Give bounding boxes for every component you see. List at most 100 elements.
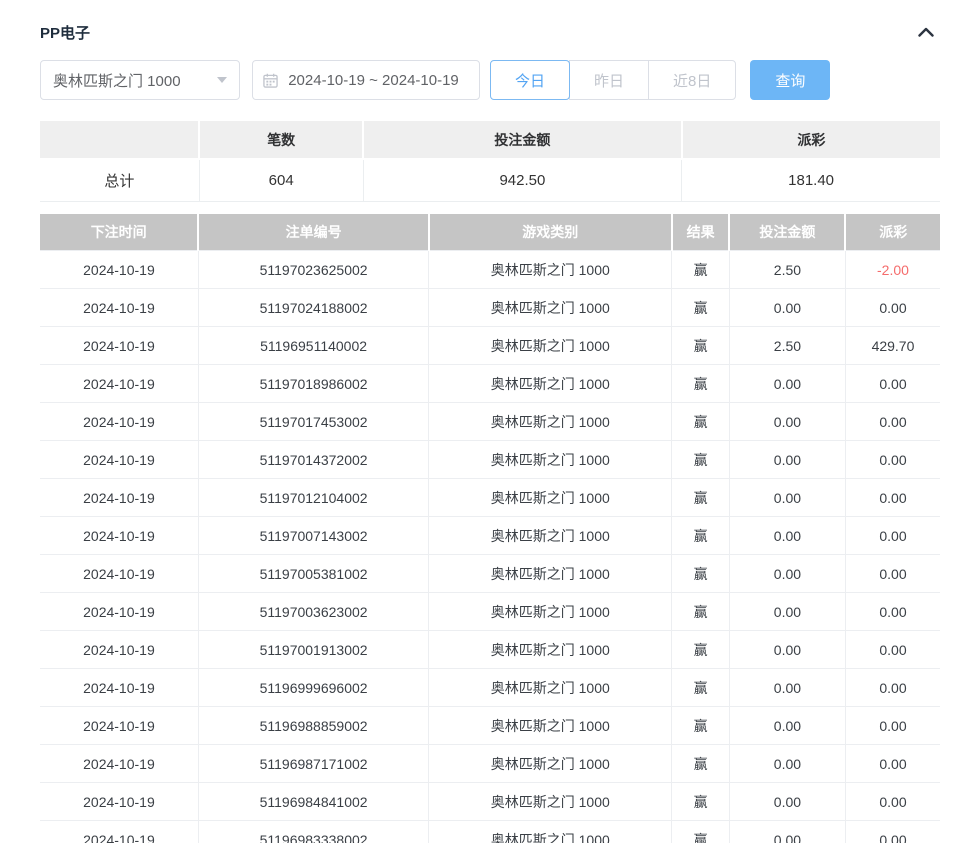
summary-column-header	[40, 121, 199, 159]
bet-amount-cell: 0.00	[729, 403, 845, 441]
summary-value: 604	[199, 159, 363, 201]
detail-column-header: 下注时间	[40, 214, 198, 251]
summary-column-header: 笔数	[199, 121, 363, 159]
table-row: 2024-10-1951197001913002奥林匹斯之门 1000赢0.00…	[40, 631, 940, 669]
bet-amount-cell: 2.50	[729, 327, 845, 365]
game-category-cell: 奥林匹斯之门 1000	[429, 745, 672, 783]
detail-header-row: 下注时间注单编号游戏类别结果投注金额派彩	[40, 214, 940, 251]
today-button[interactable]: 今日	[490, 60, 570, 100]
detail-column-header: 结果	[672, 214, 730, 251]
bet-time-cell: 2024-10-19	[40, 631, 198, 669]
page-title: PP电子	[40, 22, 90, 43]
game-category-cell: 奥林匹斯之门 1000	[429, 479, 672, 517]
game-category-cell: 奥林匹斯之门 1000	[429, 821, 672, 843]
last-8-days-button[interactable]: 近8日	[648, 60, 736, 100]
game-select[interactable]: 奥林匹斯之门 1000	[40, 60, 240, 100]
summary-column-header: 派彩	[682, 121, 940, 159]
detail-column-header: 派彩	[845, 214, 940, 251]
result-cell: 赢	[672, 479, 730, 517]
payout-cell: 0.00	[845, 441, 940, 479]
game-category-cell: 奥林匹斯之门 1000	[429, 289, 672, 327]
payout-cell: 0.00	[845, 631, 940, 669]
bet-id-cell: 51196984841002	[198, 783, 428, 821]
payout-cell: 0.00	[845, 479, 940, 517]
bet-id-cell: 51196999696002	[198, 669, 428, 707]
bet-amount-cell: 0.00	[729, 593, 845, 631]
payout-cell: -2.00	[845, 251, 940, 289]
payout-cell: 0.00	[845, 517, 940, 555]
bet-time-cell: 2024-10-19	[40, 251, 198, 289]
table-row: 2024-10-1951196988859002奥林匹斯之门 1000赢0.00…	[40, 707, 940, 745]
summary-table: 笔数投注金额派彩 总计604942.50181.40	[40, 121, 940, 202]
panel-header: PP电子	[40, 22, 940, 42]
result-cell: 赢	[672, 441, 730, 479]
bet-time-cell: 2024-10-19	[40, 289, 198, 327]
bet-time-cell: 2024-10-19	[40, 821, 198, 843]
bet-id-cell: 51197012104002	[198, 479, 428, 517]
game-category-cell: 奥林匹斯之门 1000	[429, 669, 672, 707]
bet-id-cell: 51196951140002	[198, 327, 428, 365]
result-cell: 赢	[672, 555, 730, 593]
table-row: 2024-10-1951197024188002奥林匹斯之门 1000赢0.00…	[40, 289, 940, 327]
bet-time-cell: 2024-10-19	[40, 327, 198, 365]
bet-id-cell: 51197014372002	[198, 441, 428, 479]
bet-id-cell: 51196988859002	[198, 707, 428, 745]
result-cell: 赢	[672, 593, 730, 631]
table-row: 2024-10-1951197005381002奥林匹斯之门 1000赢0.00…	[40, 555, 940, 593]
bet-time-cell: 2024-10-19	[40, 365, 198, 403]
yesterday-button[interactable]: 昨日	[569, 60, 649, 100]
bet-amount-cell: 0.00	[729, 783, 845, 821]
payout-cell: 0.00	[845, 821, 940, 843]
bet-amount-cell: 0.00	[729, 517, 845, 555]
date-range-picker[interactable]: 2024-10-19 ~ 2024-10-19	[252, 60, 480, 100]
table-row: 2024-10-1951197007143002奥林匹斯之门 1000赢0.00…	[40, 517, 940, 555]
bet-time-cell: 2024-10-19	[40, 479, 198, 517]
table-row: 2024-10-1951196984841002奥林匹斯之门 1000赢0.00…	[40, 783, 940, 821]
summary-column-header: 投注金额	[363, 121, 682, 159]
summary-value: 181.40	[682, 159, 940, 201]
payout-cell: 0.00	[845, 669, 940, 707]
bet-id-cell: 51197017453002	[198, 403, 428, 441]
chevron-up-icon	[918, 27, 934, 37]
bet-id-cell: 51197024188002	[198, 289, 428, 327]
game-category-cell: 奥林匹斯之门 1000	[429, 251, 672, 289]
payout-cell: 429.70	[845, 327, 940, 365]
table-row: 2024-10-1951196999696002奥林匹斯之门 1000赢0.00…	[40, 669, 940, 707]
result-cell: 赢	[672, 251, 730, 289]
summary-total-row: 总计604942.50181.40	[40, 159, 940, 201]
bet-time-cell: 2024-10-19	[40, 403, 198, 441]
table-row: 2024-10-1951196987171002奥林匹斯之门 1000赢0.00…	[40, 745, 940, 783]
result-cell: 赢	[672, 289, 730, 327]
query-button[interactable]: 查询	[750, 60, 830, 100]
game-category-cell: 奥林匹斯之门 1000	[429, 593, 672, 631]
calendar-icon	[263, 73, 278, 88]
summary-header-row: 笔数投注金额派彩	[40, 121, 940, 159]
bet-time-cell: 2024-10-19	[40, 593, 198, 631]
pp-electronic-panel: PP电子 奥林匹斯之门 1000 2024-10-19 ~	[0, 0, 958, 843]
table-row: 2024-10-1951196951140002奥林匹斯之门 1000赢2.50…	[40, 327, 940, 365]
bet-id-cell: 51196983338002	[198, 821, 428, 843]
table-row: 2024-10-1951196983338002奥林匹斯之门 1000赢0.00…	[40, 821, 940, 843]
game-select-value: 奥林匹斯之门 1000	[53, 70, 211, 91]
game-category-cell: 奥林匹斯之门 1000	[429, 631, 672, 669]
game-category-cell: 奥林匹斯之门 1000	[429, 517, 672, 555]
game-category-cell: 奥林匹斯之门 1000	[429, 783, 672, 821]
collapse-panel-button[interactable]	[914, 20, 938, 44]
payout-cell: 0.00	[845, 555, 940, 593]
bet-time-cell: 2024-10-19	[40, 707, 198, 745]
result-cell: 赢	[672, 517, 730, 555]
bet-records-table: 下注时间注单编号游戏类别结果投注金额派彩 2024-10-19511970236…	[40, 214, 940, 843]
game-category-cell: 奥林匹斯之门 1000	[429, 555, 672, 593]
bet-time-cell: 2024-10-19	[40, 783, 198, 821]
bet-amount-cell: 0.00	[729, 821, 845, 843]
detail-column-header: 注单编号	[198, 214, 428, 251]
bet-time-cell: 2024-10-19	[40, 517, 198, 555]
payout-cell: 0.00	[845, 783, 940, 821]
bet-amount-cell: 0.00	[729, 745, 845, 783]
game-category-cell: 奥林匹斯之门 1000	[429, 707, 672, 745]
table-row: 2024-10-1951197017453002奥林匹斯之门 1000赢0.00…	[40, 403, 940, 441]
bet-id-cell: 51196987171002	[198, 745, 428, 783]
game-category-cell: 奥林匹斯之门 1000	[429, 327, 672, 365]
bet-id-cell: 51197003623002	[198, 593, 428, 631]
bet-amount-cell: 0.00	[729, 631, 845, 669]
